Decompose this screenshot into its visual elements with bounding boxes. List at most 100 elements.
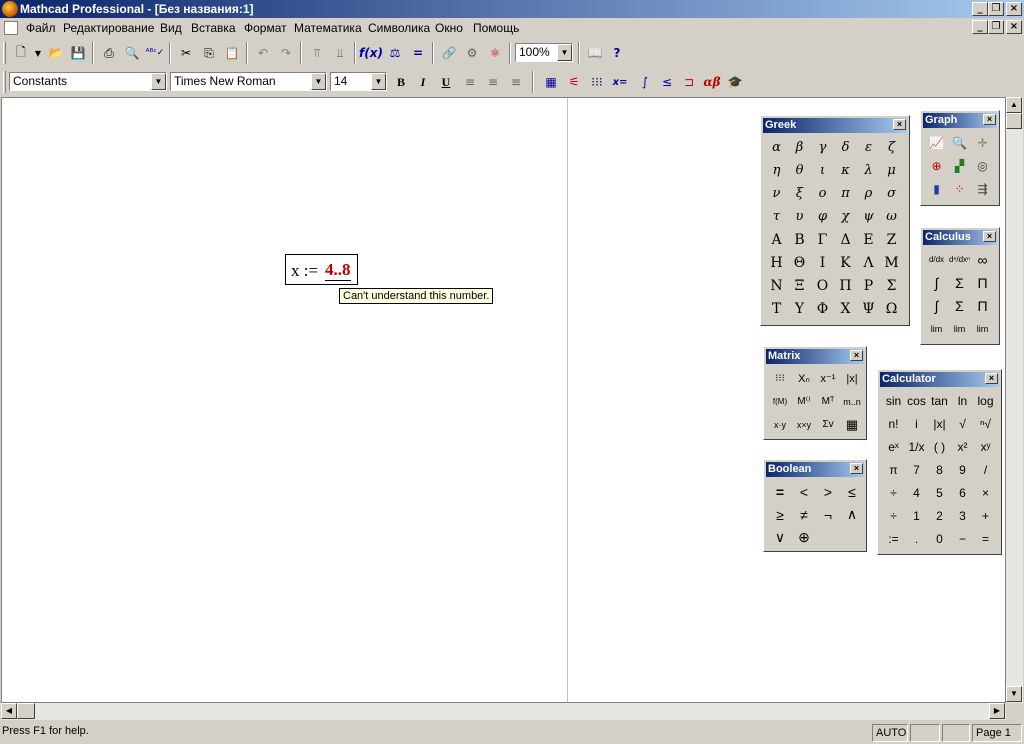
greek-symbol-button[interactable]: ι: [812, 160, 833, 181]
calculator-key-button[interactable]: 1: [906, 505, 927, 526]
polar-plot-icon[interactable]: ⊕: [926, 155, 947, 176]
vector-sum-button[interactable]: Σv: [817, 414, 839, 435]
align-bottom-icon[interactable]: ⫫: [329, 42, 351, 64]
paste-icon[interactable]: 📋: [221, 42, 243, 64]
matrix-insert-button[interactable]: ⁝⁝⁝: [769, 368, 791, 389]
component-wizard-icon[interactable]: ⚙: [461, 42, 483, 64]
calculator-key-button[interactable]: 4: [906, 482, 927, 503]
surface-plot-icon[interactable]: ▞: [949, 155, 970, 176]
calculator-key-button[interactable]: 3: [952, 505, 973, 526]
print-icon[interactable]: ⎙: [98, 42, 120, 64]
calculator-palette-title[interactable]: Calculator: [880, 372, 999, 387]
calculator-key-button[interactable]: x²: [952, 436, 973, 457]
indefinite-integral-button[interactable]: ∫: [926, 295, 947, 316]
vectorize-button[interactable]: f(M): [769, 391, 791, 412]
calculator-key-button[interactable]: sin: [883, 390, 904, 411]
menu-edit[interactable]: Редактирование: [63, 21, 154, 35]
scroll-up-icon[interactable]: ▲: [1006, 97, 1022, 113]
redo-icon[interactable]: ↷: [275, 42, 297, 64]
menu-math[interactable]: Математика: [294, 21, 362, 35]
scroll-right-icon[interactable]: ▶: [989, 703, 1005, 719]
greek-symbol-button[interactable]: ψ: [858, 206, 879, 227]
xor-button[interactable]: ⊕: [793, 527, 815, 548]
calculator-key-button[interactable]: 1/x: [906, 436, 927, 457]
align-right-icon[interactable]: ≡: [505, 71, 527, 93]
greek-symbol-button[interactable]: Π: [835, 275, 856, 296]
trace-graph-icon[interactable]: ✛: [972, 132, 993, 153]
greek-symbol-button[interactable]: ξ: [789, 183, 810, 204]
doc-restore-button[interactable]: ❐: [988, 20, 1004, 34]
menu-file[interactable]: Файл: [26, 21, 56, 35]
graph-toolbar-icon[interactable]: ⚟: [563, 71, 585, 93]
greek-symbol-button[interactable]: λ: [858, 160, 879, 181]
right-limit-button[interactable]: lim: [949, 318, 970, 339]
picture-button[interactable]: ▦: [841, 414, 863, 435]
calculator-key-button[interactable]: −: [952, 528, 973, 549]
greek-symbol-button[interactable]: φ: [812, 206, 833, 227]
close-icon[interactable]: ×: [893, 119, 906, 130]
greek-symbol-button[interactable]: Σ: [881, 275, 902, 296]
cut-icon[interactable]: ✂: [175, 42, 197, 64]
left-limit-button[interactable]: lim: [972, 318, 993, 339]
calculator-key-button[interactable]: +: [975, 505, 996, 526]
greek-symbol-button[interactable]: α: [766, 137, 787, 158]
calculator-key-button[interactable]: √: [952, 413, 973, 434]
greek-symbol-button[interactable]: β: [789, 137, 810, 158]
close-icon[interactable]: ×: [985, 373, 998, 384]
contour-plot-icon[interactable]: ◎: [972, 155, 993, 176]
scroll-left-icon[interactable]: ◀: [1, 703, 17, 719]
greek-symbol-button[interactable]: υ: [789, 206, 810, 227]
doc-close-button[interactable]: ×: [1006, 20, 1022, 34]
calculator-key-button[interactable]: 7: [906, 459, 927, 480]
derivative-button[interactable]: d/dx: [926, 249, 947, 270]
save-icon[interactable]: 💾: [67, 42, 89, 64]
italic-button[interactable]: I: [412, 71, 434, 93]
greek-palette-title[interactable]: Greek: [763, 118, 907, 133]
calculator-key-button[interactable]: π: [883, 459, 904, 480]
align-left-icon[interactable]: ≡: [459, 71, 481, 93]
vertical-scrollbar[interactable]: ▲ ▼: [1006, 97, 1023, 703]
menu-insert[interactable]: Вставка: [191, 21, 236, 35]
boolean-toolbar-icon[interactable]: ≤: [656, 71, 678, 93]
evaluation-toolbar-icon[interactable]: x=: [609, 71, 631, 93]
font-size-select[interactable]: 14 ▼: [330, 72, 387, 91]
range-sum-button[interactable]: Σ: [949, 295, 970, 316]
programming-toolbar-icon[interactable]: ⊐: [678, 71, 700, 93]
calculator-key-button[interactable]: 6: [952, 482, 973, 503]
greek-symbol-button[interactable]: Φ: [812, 298, 833, 319]
greater-than-button[interactable]: >: [817, 481, 839, 502]
greek-symbol-button[interactable]: Ψ: [858, 298, 879, 319]
greek-symbol-button[interactable]: Ε: [858, 229, 879, 250]
xy-plot-icon[interactable]: 📈: [926, 132, 947, 153]
greek-symbol-button[interactable]: Ω: [881, 298, 902, 319]
close-icon[interactable]: ×: [983, 114, 996, 125]
calculator-key-button[interactable]: =: [975, 528, 996, 549]
calculator-key-button[interactable]: ÷: [883, 505, 904, 526]
spellcheck-icon[interactable]: ᴬᴮᶜ✓: [144, 42, 166, 64]
close-icon[interactable]: ×: [983, 231, 996, 242]
calculator-key-button[interactable]: 9: [952, 459, 973, 480]
greek-symbol-button[interactable]: δ: [835, 137, 856, 158]
greek-symbol-button[interactable]: π: [835, 183, 856, 204]
greek-symbol-button[interactable]: Θ: [789, 252, 810, 273]
greek-toolbar-icon[interactable]: αβ: [701, 71, 723, 93]
font-select[interactable]: Times New Roman ▼: [170, 72, 327, 91]
menu-help[interactable]: Помощь: [473, 21, 519, 35]
menu-view[interactable]: Вид: [160, 21, 182, 35]
calculator-key-button[interactable]: tan: [929, 390, 950, 411]
insert-function-icon[interactable]: f(x): [359, 42, 383, 64]
greek-symbol-button[interactable]: Ν: [766, 275, 787, 296]
greek-symbol-button[interactable]: Ο: [812, 275, 833, 296]
mathcad-app-icon[interactable]: [2, 1, 18, 17]
not-button[interactable]: ¬: [817, 504, 839, 525]
calculator-key-button[interactable]: ( ): [929, 436, 950, 457]
greater-equal-button[interactable]: ≥: [769, 504, 791, 525]
definite-integral-button[interactable]: ∫: [926, 272, 947, 293]
style-select[interactable]: Constants ▼: [9, 72, 167, 91]
copy-icon[interactable]: ⎘: [198, 42, 220, 64]
calculator-key-button[interactable]: i: [906, 413, 927, 434]
calculator-key-button[interactable]: 5: [929, 482, 950, 503]
math-region[interactable]: x := 4..8: [285, 254, 358, 285]
zoom-select[interactable]: 100% ▼: [515, 43, 573, 62]
insert-unit-icon[interactable]: ⚖: [384, 42, 406, 64]
